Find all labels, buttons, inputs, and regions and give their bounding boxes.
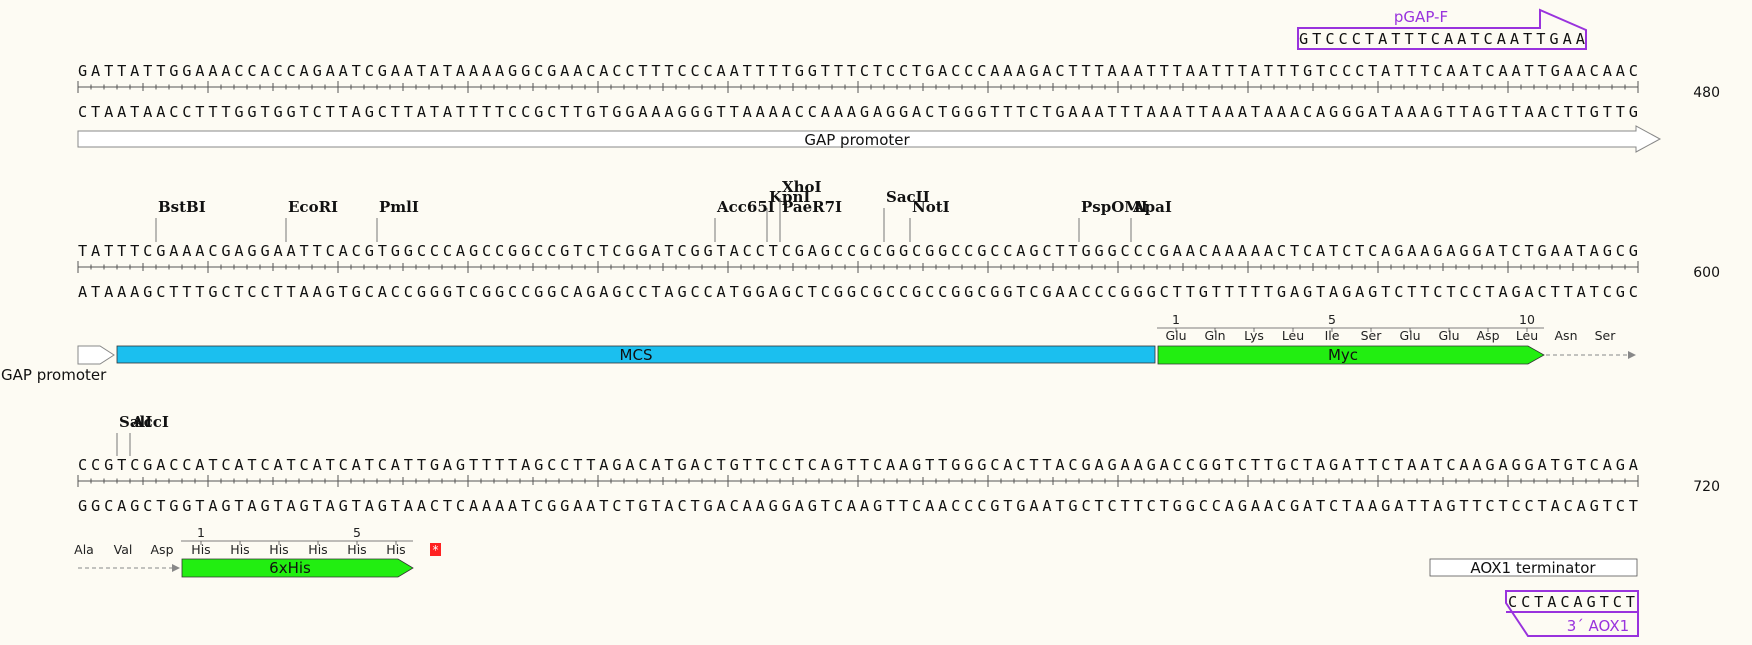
myc-aa-1: Glu (1165, 328, 1186, 343)
sequence-row-2: BstBI EcoRI PmlI Acc65IKpnIXhoIPaeR7ISacIIN… (1, 178, 1720, 384)
ruler-3 (77, 475, 1639, 487)
ruler-1 (77, 81, 1639, 93)
myc-aa-8: Glu (1438, 328, 1459, 343)
top-strand-3: CCGTCGACCATCATCATCATCATCATTGAGTTTTAGCCTT… (78, 456, 1638, 474)
enzyme-label-ecori: EcoRI (288, 198, 338, 216)
bottom-strand-2: ATAAAGCTTTGCTCCTTAAGTGCACCGGGTCGGCCGGCAG… (78, 283, 1638, 301)
myc-label: Myc (1328, 346, 1358, 364)
myc-number-5: 5 (1328, 312, 1336, 327)
feature-myc: Myc (1157, 345, 1636, 365)
his-label: 6xHis (269, 559, 311, 577)
bottom-strand-3: GGCAGCTGGTAGTAGTAGTAGTAGTAACTCAAAATCGGAA… (78, 497, 1638, 515)
sequence-row-3: SalIAccI CCGTCGACCATCATCATCATCATCATTGAGT… (74, 413, 1720, 637)
enzyme-label-pmli: PmlI (379, 198, 419, 216)
feature-gap-promoter: GAP promoter (77, 125, 1662, 153)
his-number-5: 5 (353, 525, 361, 540)
myc-number-10: 10 (1519, 312, 1535, 327)
enzyme-label-xhoi: XhoI (782, 178, 822, 196)
his-prefix-aa-1: Ala (74, 542, 94, 557)
myc-aa-7: Glu (1399, 328, 1420, 343)
enzyme-label-acc65i: Acc65I (716, 198, 775, 216)
myc-aa-10: Leu (1516, 328, 1538, 343)
his-aa-2: His (230, 542, 249, 557)
his-prefix-aa-3: Asp (151, 542, 174, 557)
myc-readthrough-arrowhead (1628, 351, 1636, 359)
myc-aa-9: Asp (1477, 328, 1500, 343)
myc-aa-3: Lys (1244, 328, 1264, 343)
sequence-row-1: pGAP-F GTCCCTATTTCAATCAATTGAA GATTATTGGA… (77, 8, 1720, 153)
his-aa-6: His (386, 542, 405, 557)
feature-mcs: MCS (116, 345, 1156, 364)
enzyme-label-paer7i: PaeR7I (782, 198, 842, 216)
primer-3-aox1: CCTACAGTCT 3´ AOX1 (1505, 590, 1639, 637)
bottom-strand-1: CTAATAACCTTTGGTGGTCTTAGCTTATATTTTCCGCTTG… (78, 103, 1638, 121)
ruler-2 (77, 261, 1639, 273)
feature-gap-promoter-end: GAP promoter (1, 345, 115, 384)
myc-aa-5: Ile (1325, 328, 1340, 343)
primer-pgap-f: pGAP-F GTCCCTATTTCAATCAATTGAA (1297, 8, 1587, 50)
his-prefix-aa-2: Val (114, 542, 133, 557)
enzyme-label-acci: AccI (131, 413, 169, 431)
his-translation: 1 5 * Ala Val Asp His His His His His His (74, 525, 441, 557)
his-aa-3: His (269, 542, 288, 557)
myc-aa-11: Asn (1555, 328, 1578, 343)
feature-aox1-terminator: AOX1 terminator (1429, 558, 1638, 577)
aox1-terminator-label: AOX1 terminator (1470, 559, 1596, 577)
myc-number-1: 1 (1172, 312, 1180, 327)
top-strand-1: GATTATTGGAAACCACCAGAATCGAATATAAAAGGCGAAC… (78, 62, 1638, 80)
myc-translation: 1 5 10 Glu Gln Lys Leu Ile Ser Glu Glu Asp Leu Asn… (1157, 312, 1616, 343)
gap-promoter-label: GAP promoter (804, 131, 910, 149)
enzyme-label-apai: ApaI (1132, 198, 1172, 216)
his-aa-5: His (347, 542, 366, 557)
feature-6xhis: 6xHis (181, 558, 414, 578)
sequence-map: pGAP-F GTCCCTATTTCAATCAATTGAA GATTATTGGA… (1, 8, 1720, 637)
stop-codon-symbol: * (433, 543, 439, 557)
gap-promoter-tail (77, 345, 115, 365)
enzyme-sites-row-2: BstBI EcoRI PmlI Acc65IKpnIXhoIPaeR7ISacIIN… (155, 178, 1172, 242)
his-leader-arrowhead (172, 564, 180, 572)
primer-pgap-f-label: pGAP-F (1394, 8, 1448, 26)
top-strand-2: TATTTCGAAACGAGGAATTCACGTGGCCCAGCCGGCCGTC… (78, 242, 1638, 260)
primer-3-aox1-sequence: CCTACAGTCT (1508, 593, 1635, 611)
primer-3-aox1-label: 3´ AOX1 (1567, 617, 1629, 635)
mcs-label: MCS (620, 346, 653, 364)
his-aa-1: His (191, 542, 210, 557)
his-number-1: 1 (197, 525, 205, 540)
myc-aa-6: Ser (1361, 328, 1383, 343)
myc-aa-12: Ser (1595, 328, 1617, 343)
enzyme-sites-row-3: SalIAccI (116, 413, 169, 456)
position-2: 600 (1693, 265, 1720, 281)
his-aa-4: His (308, 542, 327, 557)
position-3: 720 (1693, 479, 1720, 495)
enzyme-label-noti: NotI (912, 198, 950, 216)
primer-pgap-f-sequence: GTCCCTATTTCAATCAATTGAA (1299, 30, 1585, 48)
myc-aa-4: Leu (1282, 328, 1304, 343)
enzyme-label-bstbi: BstBI (158, 198, 206, 216)
readthrough-before-his (78, 564, 180, 572)
gap-promoter-end-label: GAP promoter (1, 366, 107, 384)
myc-aa-2: Gln (1204, 328, 1225, 343)
position-1: 480 (1693, 85, 1720, 101)
